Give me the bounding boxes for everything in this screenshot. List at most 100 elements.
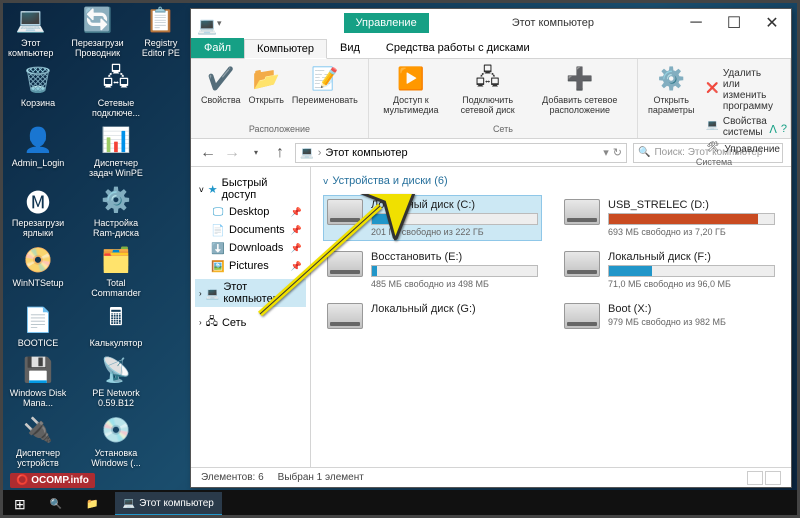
desktop-icon[interactable]: 🗑️Корзина: [8, 64, 68, 118]
dropdown-icon[interactable]: ▾: [603, 146, 609, 159]
forward-button[interactable]: →: [223, 144, 241, 162]
icon-label: Admin_Login: [8, 158, 68, 168]
ribbon-button[interactable]: 📂Открыть: [247, 63, 286, 107]
refresh-icon[interactable]: ↻: [613, 146, 622, 159]
gear-icon: ⚙️: [657, 65, 685, 93]
breadcrumb[interactable]: 💻 › Этот компьютер ▾ ↻: [295, 143, 627, 163]
desktop-icon[interactable]: 🔄Перезагрузи Проводник: [71, 4, 123, 58]
chevron-right-icon: ›: [199, 289, 202, 298]
ribbon-icon: ✔️: [207, 65, 235, 93]
drive-item[interactable]: USB_STRELEC (D:) 693 МБ свободно из 7,20…: [560, 195, 779, 241]
qat-down-icon[interactable]: ▾: [217, 18, 222, 29]
up-button[interactable]: ↑: [271, 144, 289, 162]
desktop-icon[interactable]: 💻Этот компьютер: [8, 4, 53, 58]
back-button[interactable]: ←: [199, 144, 217, 162]
ribbon-button[interactable]: ➕Добавить сетевое расположение: [530, 63, 629, 117]
drive-icon: [327, 303, 363, 329]
app-icon: 🖧: [100, 64, 132, 96]
desktop-icon[interactable]: 👤 Admin_Login: [8, 124, 68, 178]
app-icon: 📄: [22, 304, 54, 336]
drive-icon: [327, 199, 363, 225]
tab-view[interactable]: Вид: [327, 38, 373, 58]
section-header[interactable]: ⅴ Устройства и диски (6): [323, 175, 779, 187]
app-icon: 👤: [22, 124, 54, 156]
window-title: Этот компьютер: [429, 17, 677, 29]
sidebar-item[interactable]: ⬇️Downloads📌: [195, 239, 306, 257]
icon-label: BOOTICE: [8, 338, 68, 348]
app-icon: 🔌: [22, 414, 54, 446]
desktop-icon[interactable]: 📀WinNTSetup: [8, 244, 68, 298]
sidebar-quick-access[interactable]: ⅴ ★ Быстрый доступ: [195, 175, 306, 203]
sidebar-item[interactable]: 🖵Desktop📌: [195, 203, 306, 221]
desktop-icon[interactable]: 🖧Сетевые подключе...: [86, 64, 146, 118]
sidebar-item[interactable]: 🖼️Pictures📌: [195, 257, 306, 275]
drive-item[interactable]: Восстановить (E:) 485 МБ свободно из 498…: [323, 247, 542, 293]
desktop: 💻Этот компьютер 🔄Перезагрузи Проводник 📋Re…: [0, 0, 180, 490]
view-details-icon[interactable]: [747, 471, 763, 485]
ribbon-button[interactable]: ▶️Доступ к мультимедиа: [377, 63, 445, 117]
maximize-button[interactable]: ☐: [715, 9, 753, 37]
desktop-icon[interactable]: 🅜Перезагрузи ярлыки: [8, 184, 68, 238]
icon-label: Калькулятор: [86, 338, 146, 348]
desktop-icon[interactable]: 📡PE Network 0.59.B12: [86, 354, 146, 408]
sidebar-item-label: Быстрый доступ: [222, 177, 302, 201]
taskbar-window[interactable]: 💻 Этот компьютер: [115, 492, 222, 516]
context-tab[interactable]: Управление: [344, 13, 429, 33]
history-dropdown[interactable]: ▾: [247, 144, 265, 162]
desktop-icon[interactable]: 📊Диспетчер задач WinPE: [86, 124, 146, 178]
desktop-icon[interactable]: 🔌Диспетчер устройств: [8, 414, 68, 468]
drive-free-space: 71,0 МБ свободно из 96,0 МБ: [608, 279, 775, 289]
button-label: Открыть: [249, 95, 284, 105]
folder-icon: ⬇️: [211, 241, 225, 255]
button-label: Добавить сетевое расположение: [532, 95, 627, 115]
taskbar-explorer[interactable]: 📁: [78, 492, 106, 516]
desktop-icon[interactable]: 🗂️Total Commander: [86, 244, 146, 298]
sidebar-this-pc[interactable]: › 💻 Этот компьютер: [195, 279, 306, 307]
drive-item[interactable]: Локальный диск (C:) 201 ГБ свободно из 2…: [323, 195, 542, 241]
app-icon: 📋: [145, 4, 177, 36]
collapse-ribbon-icon[interactable]: ᐱ: [769, 123, 777, 136]
drive-item[interactable]: Локальный диск (F:) 71,0 МБ свободно из …: [560, 247, 779, 293]
watermark: ⭕ OCOMP.info: [10, 473, 95, 488]
sidebar-network[interactable]: › 🖧 Сеть: [195, 311, 306, 334]
drive-icon: [327, 251, 363, 277]
icon-label: Корзина: [8, 98, 68, 108]
start-button[interactable]: ⊞: [6, 492, 34, 516]
ribbon-button-small[interactable]: ❌Удалить или изменить программу: [704, 67, 782, 113]
sidebar-item[interactable]: 📄Documents📌: [195, 221, 306, 239]
drive-item[interactable]: Boot (X:) 979 МБ свободно из 982 МБ: [560, 299, 779, 333]
computer-icon: 💻: [300, 146, 314, 159]
desktop-icon[interactable]: 📋Registry Editor PE: [142, 4, 180, 58]
chevron-down-icon: ⅴ: [323, 176, 328, 187]
app-icon: 🅜: [22, 184, 54, 216]
desktop-icon[interactable]: ⚙️Настройка Ram-диска: [86, 184, 146, 238]
ribbon-group-label: Расположение: [199, 124, 360, 134]
desktop-icon[interactable]: 📄 BOOTICE: [8, 304, 68, 348]
pin-icon: 📌: [291, 261, 302, 272]
icon-label: Этот компьютер: [8, 38, 53, 58]
minimize-button[interactable]: ─: [677, 9, 715, 37]
tab-computer[interactable]: Компьютер: [244, 39, 327, 59]
open-settings-button[interactable]: ⚙️ Открыть параметры: [646, 63, 696, 157]
desktop-icon[interactable]: 🖩 Калькулятор: [86, 304, 146, 348]
titlebar: 💻 ▾ Управление Этот компьютер ─ ☐ ✕: [191, 9, 791, 37]
app-icon: 🖩: [100, 304, 132, 336]
ribbon-icon: 📝: [311, 65, 339, 93]
tab-file[interactable]: Файл: [191, 38, 244, 58]
ribbon-button[interactable]: ✔️Свойства: [199, 63, 243, 107]
tab-disk-tools[interactable]: Средства работы с дисками: [373, 38, 543, 58]
close-button[interactable]: ✕: [753, 9, 791, 37]
ribbon-button[interactable]: 📝Переименовать: [290, 63, 360, 107]
desktop-icon[interactable]: 💾Windows Disk Mana...: [8, 354, 68, 408]
pin-icon: 📌: [291, 207, 302, 218]
app-icon: 📊: [100, 124, 132, 156]
drive-icon: [564, 199, 600, 225]
ribbon-button-small[interactable]: 🛠Управление: [704, 141, 782, 157]
help-icon[interactable]: ?: [781, 123, 787, 136]
desktop-icon[interactable]: 💿Установка Windows (...: [86, 414, 146, 468]
taskbar-search[interactable]: 🔍: [42, 492, 70, 516]
app-icon: ⚙️: [100, 184, 132, 216]
view-large-icon[interactable]: [765, 471, 781, 485]
drive-item[interactable]: Локальный диск (G:): [323, 299, 542, 333]
ribbon-button[interactable]: 🖧Подключить сетевой диск: [449, 63, 527, 117]
